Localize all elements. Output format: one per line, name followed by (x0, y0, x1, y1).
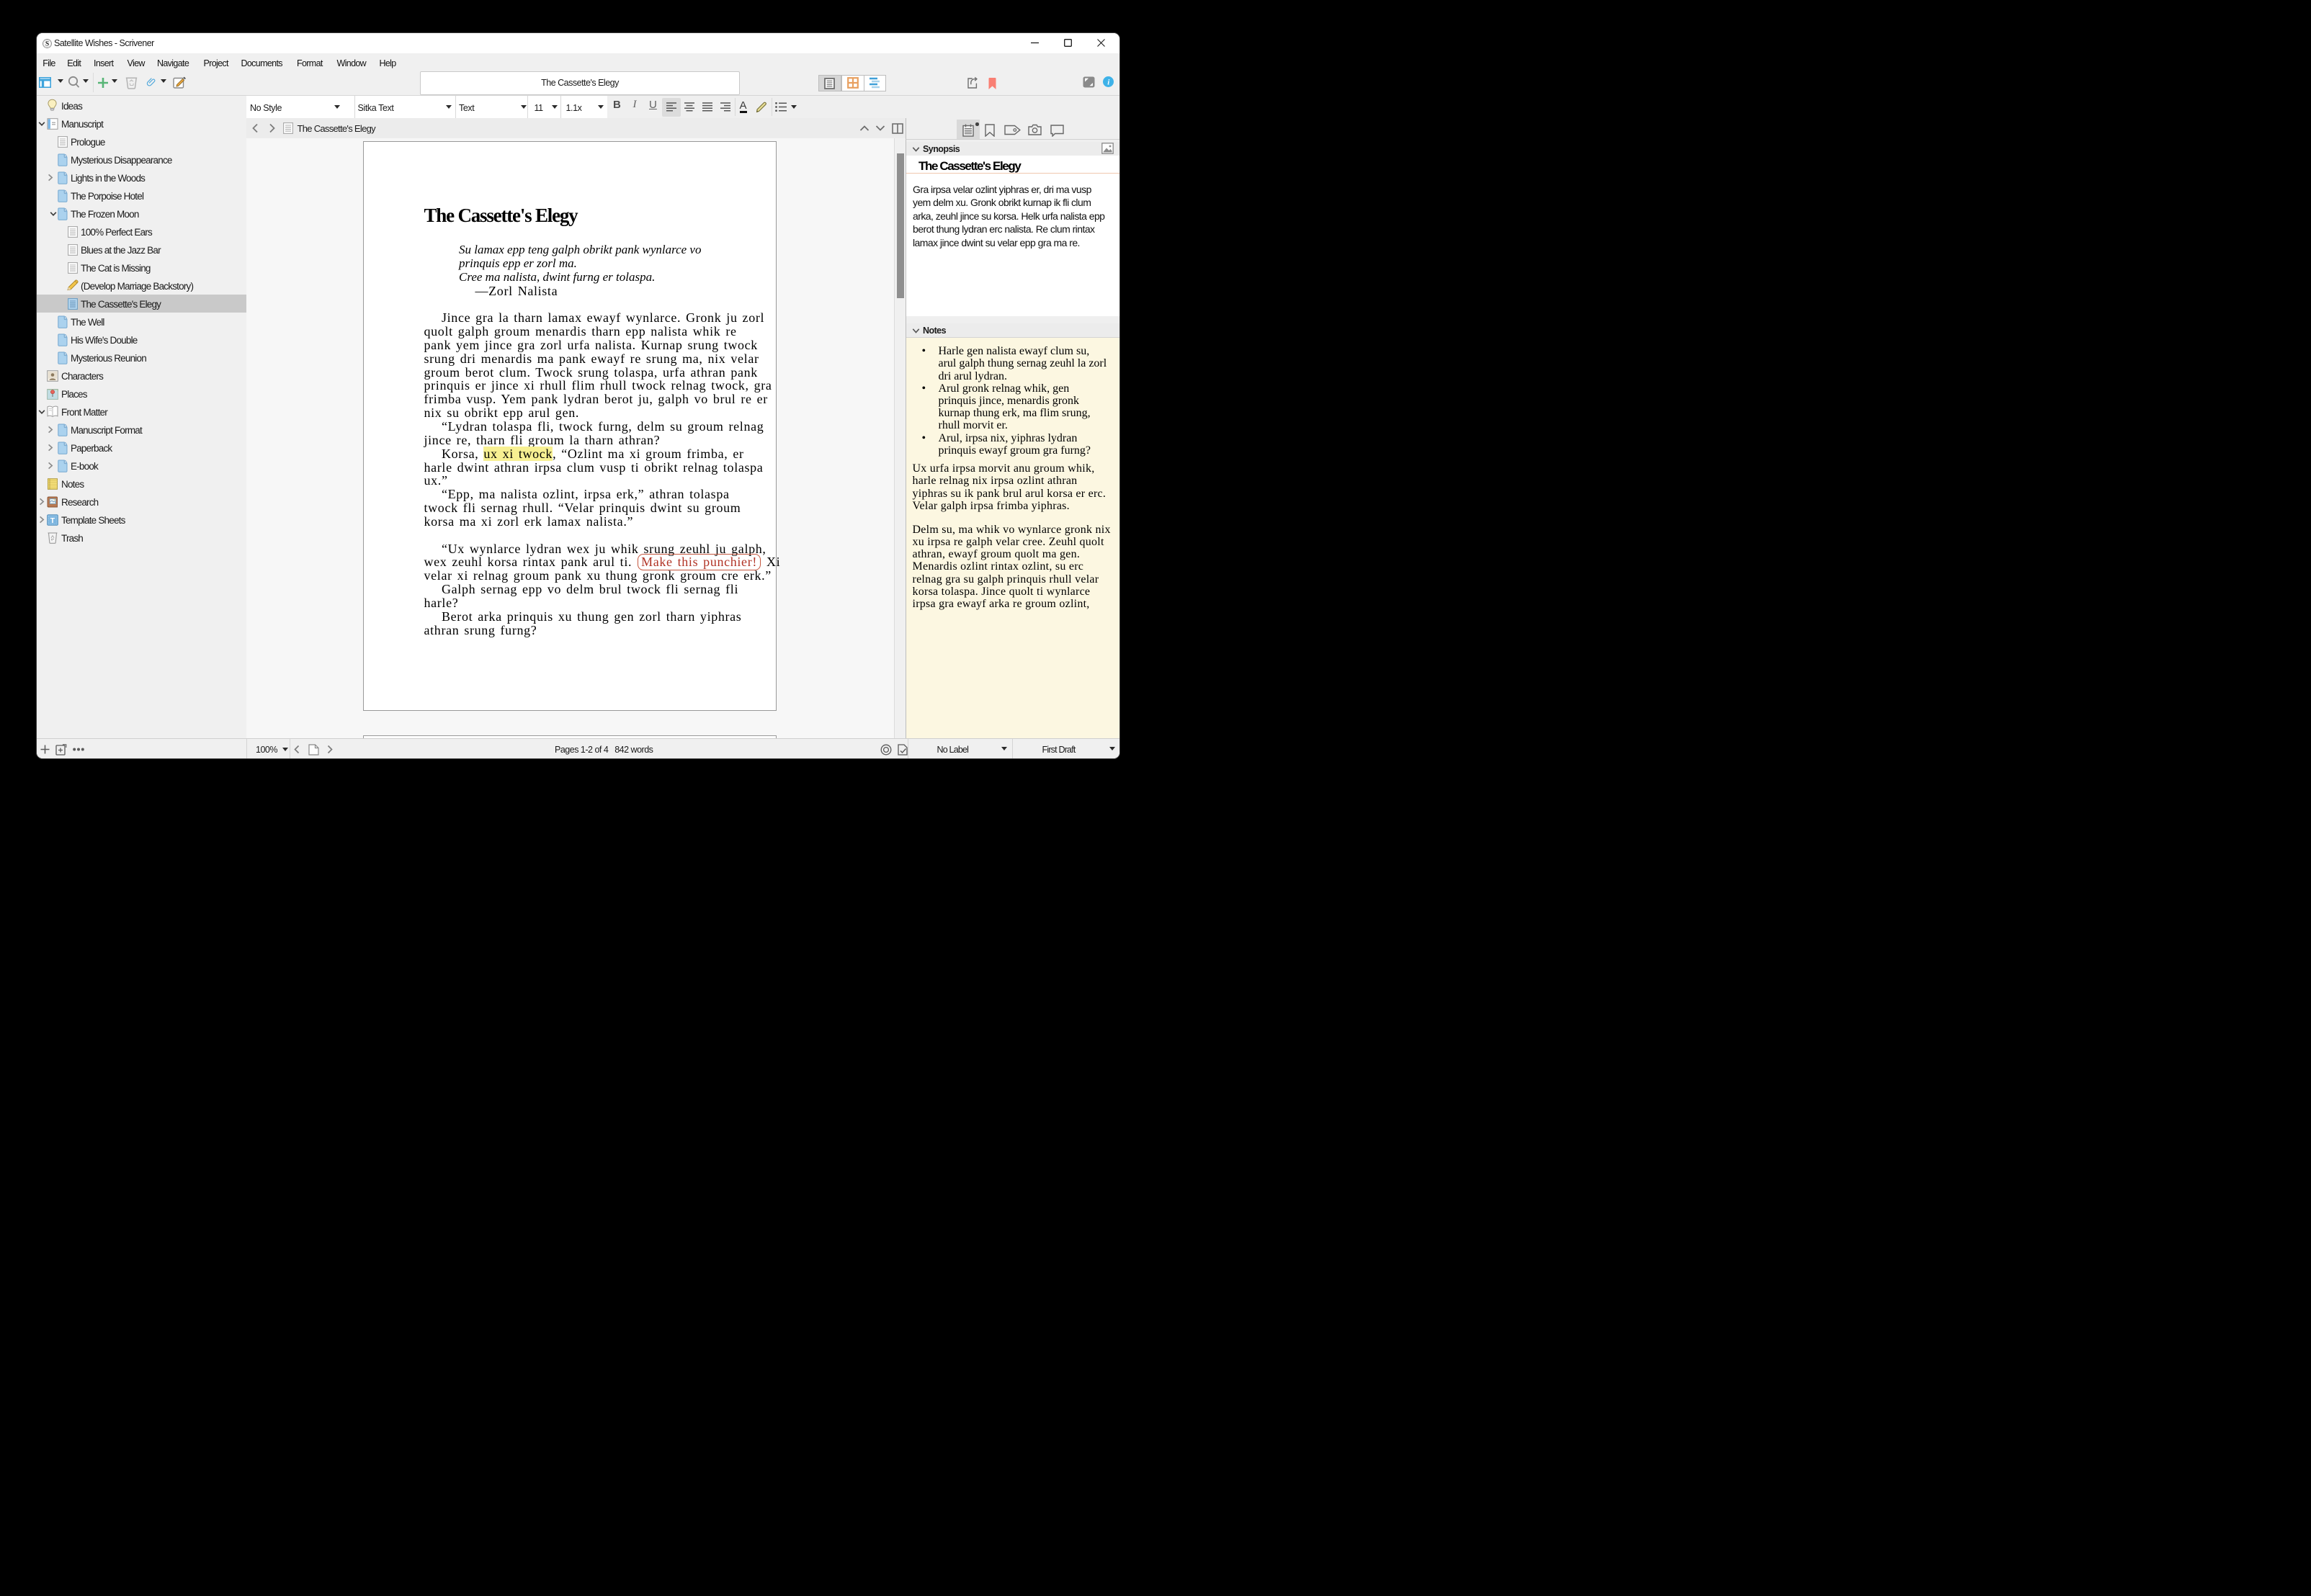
svg-text:S: S (45, 40, 48, 48)
svg-text:T: T (50, 516, 55, 525)
